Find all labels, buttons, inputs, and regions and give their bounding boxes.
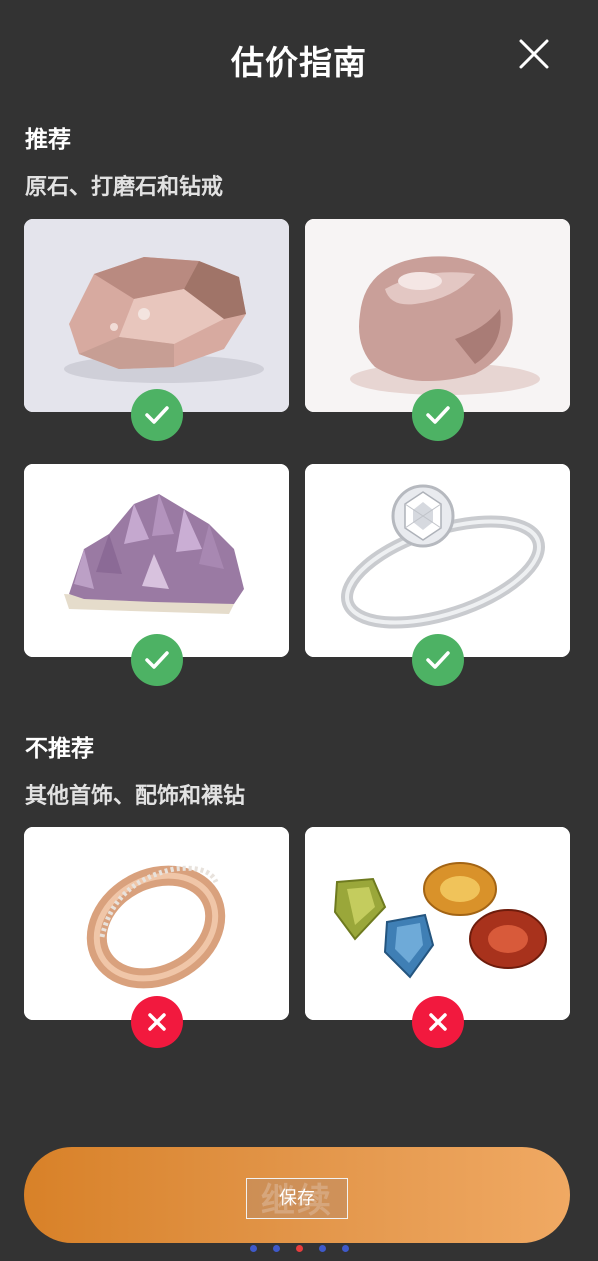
check-icon (145, 406, 169, 424)
save-button[interactable]: 保存 (246, 1178, 348, 1219)
rose-gold-band-image (24, 827, 289, 1020)
page-indicator (0, 1245, 598, 1255)
amethyst-crystal-image (24, 464, 289, 657)
rough-stone-image (24, 219, 289, 412)
recommended-title: 推荐 (25, 127, 71, 153)
loose-gemstones-image (305, 827, 570, 1020)
cross-icon (148, 1013, 166, 1031)
card-rough-stone (24, 219, 289, 412)
check-icon (426, 406, 450, 424)
recommended-subtitle: 原石、打磨石和钻戒 (25, 175, 224, 200)
card-rose-gold-band (24, 827, 289, 1020)
page-dot (272, 1245, 280, 1252)
diamond-ring-image (305, 464, 570, 657)
card-diamond-ring (305, 464, 570, 657)
polished-stone-image (305, 219, 570, 412)
page-title: 估价指南 (231, 43, 367, 82)
recommended-badge (412, 389, 464, 441)
not-recommended-title: 不推荐 (25, 736, 94, 762)
page-dot (318, 1245, 326, 1252)
close-icon (519, 39, 549, 69)
header: 估价指南 (0, 0, 598, 110)
recommended-badge (412, 634, 464, 686)
card-amethyst-crystal (24, 464, 289, 657)
not-recommended-subtitle: 其他首饰、配饰和裸钻 (25, 784, 246, 809)
recommended-badge (131, 634, 183, 686)
page-dot (249, 1245, 257, 1252)
check-icon (145, 651, 169, 669)
not-recommended-badge (131, 996, 183, 1048)
close-button[interactable] (512, 32, 556, 76)
page-dot (341, 1245, 349, 1252)
cross-icon (429, 1013, 447, 1031)
page-dot-active (295, 1245, 303, 1252)
card-loose-gemstones (305, 827, 570, 1020)
check-icon (426, 651, 450, 669)
not-recommended-badge (412, 996, 464, 1048)
recommended-badge (131, 389, 183, 441)
card-polished-stone (305, 219, 570, 412)
